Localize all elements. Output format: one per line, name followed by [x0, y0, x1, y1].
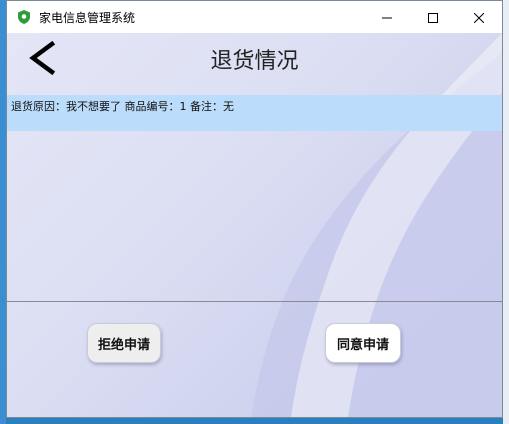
app-shield-icon: [17, 10, 31, 24]
main-content: 退货情况 退货原因：我不想要了 商品编号：1 备注：无 拒绝申请 同意申请: [7, 33, 502, 417]
app-window: 家电信息管理系统 退货情况 退货原因：我不想要了 商品编号：1 备注：无 拒绝申…: [6, 0, 503, 418]
minimize-icon: [382, 8, 392, 27]
page-title: 退货情况: [210, 49, 299, 74]
desktop-background-right: [503, 0, 509, 424]
title-bar[interactable]: 家电信息管理系统: [7, 1, 502, 33]
reject-request-button[interactable]: 拒绝申请: [87, 323, 161, 363]
return-item-text: 退货原因：我不想要了 商品编号：1 备注：无: [11, 100, 234, 113]
approve-request-button[interactable]: 同意申请: [325, 323, 401, 363]
page-header: 退货情况: [7, 33, 502, 91]
minimize-button[interactable]: [364, 1, 410, 33]
window-controls: [364, 1, 502, 33]
returns-list[interactable]: 退货原因：我不想要了 商品编号：1 备注：无: [7, 95, 502, 302]
window-title: 家电信息管理系统: [39, 10, 136, 25]
close-icon: [473, 8, 485, 27]
close-button[interactable]: [456, 1, 502, 33]
maximize-button[interactable]: [410, 1, 456, 33]
list-item[interactable]: 退货原因：我不想要了 商品编号：1 备注：无: [7, 95, 502, 131]
maximize-icon: [428, 8, 438, 27]
